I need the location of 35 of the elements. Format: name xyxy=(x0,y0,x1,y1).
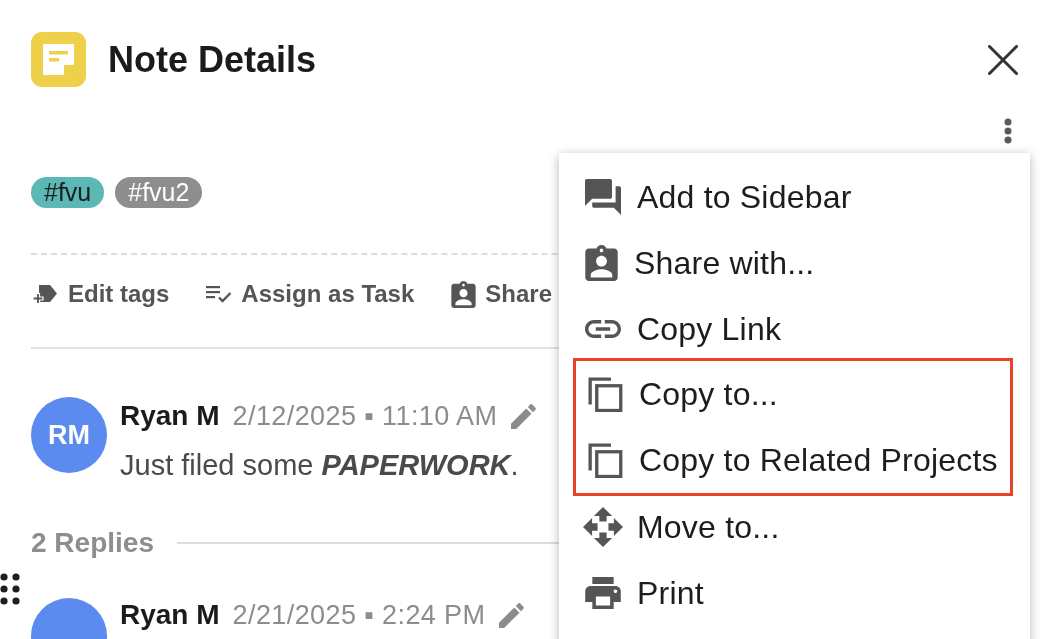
link-icon xyxy=(585,320,621,338)
printer-icon xyxy=(585,577,621,609)
hashtag-chip[interactable]: #fvu xyxy=(31,177,105,208)
timestamp: 2/21/2025 ▪ 2:24 PM xyxy=(232,599,486,631)
author-name: Ryan M xyxy=(120,400,220,432)
pencil-icon[interactable] xyxy=(499,602,525,628)
menu-item[interactable]: Copy Link xyxy=(559,296,1030,362)
replies-count: 2 Replies xyxy=(31,527,154,559)
chat-bubbles-icon xyxy=(585,179,621,215)
move-arrows-icon xyxy=(583,507,623,547)
person-badge-icon xyxy=(451,280,477,308)
timestamp: 2/12/2025 ▪ 11:10 AM xyxy=(232,400,498,432)
comment-text: Just filed some PAPERWORK. xyxy=(120,448,520,483)
menu-item[interactable]: Add to Sidebar xyxy=(559,164,1030,230)
copy-icon xyxy=(587,376,623,412)
copy-icon xyxy=(587,442,623,478)
menu-item[interactable]: Copy to... xyxy=(576,361,1010,427)
menu-item[interactable]: Print xyxy=(559,560,1030,626)
avatar: RM xyxy=(31,397,107,473)
menu-item[interactable]: Move to... xyxy=(559,494,1030,560)
menu-item[interactable]: Copy to Related Projects xyxy=(576,427,1010,493)
tag-plus-icon xyxy=(33,283,59,305)
action-button[interactable]: Edit tags xyxy=(33,280,170,308)
close-icon[interactable] xyxy=(988,44,1018,75)
note-icon xyxy=(31,32,86,87)
drag-handle-icon[interactable] xyxy=(0,573,20,605)
more-options-icon[interactable] xyxy=(1004,118,1012,144)
pencil-icon[interactable] xyxy=(511,403,537,429)
action-button[interactable]: Assign as Task xyxy=(206,280,415,308)
checklist-icon xyxy=(206,283,233,305)
window-title: Note Details xyxy=(108,37,317,82)
action-button[interactable]: Share xyxy=(451,280,552,308)
person-badge-icon xyxy=(585,245,618,281)
menu-item[interactable]: Share with... xyxy=(559,230,1030,296)
author-name: Ryan M xyxy=(120,599,220,631)
